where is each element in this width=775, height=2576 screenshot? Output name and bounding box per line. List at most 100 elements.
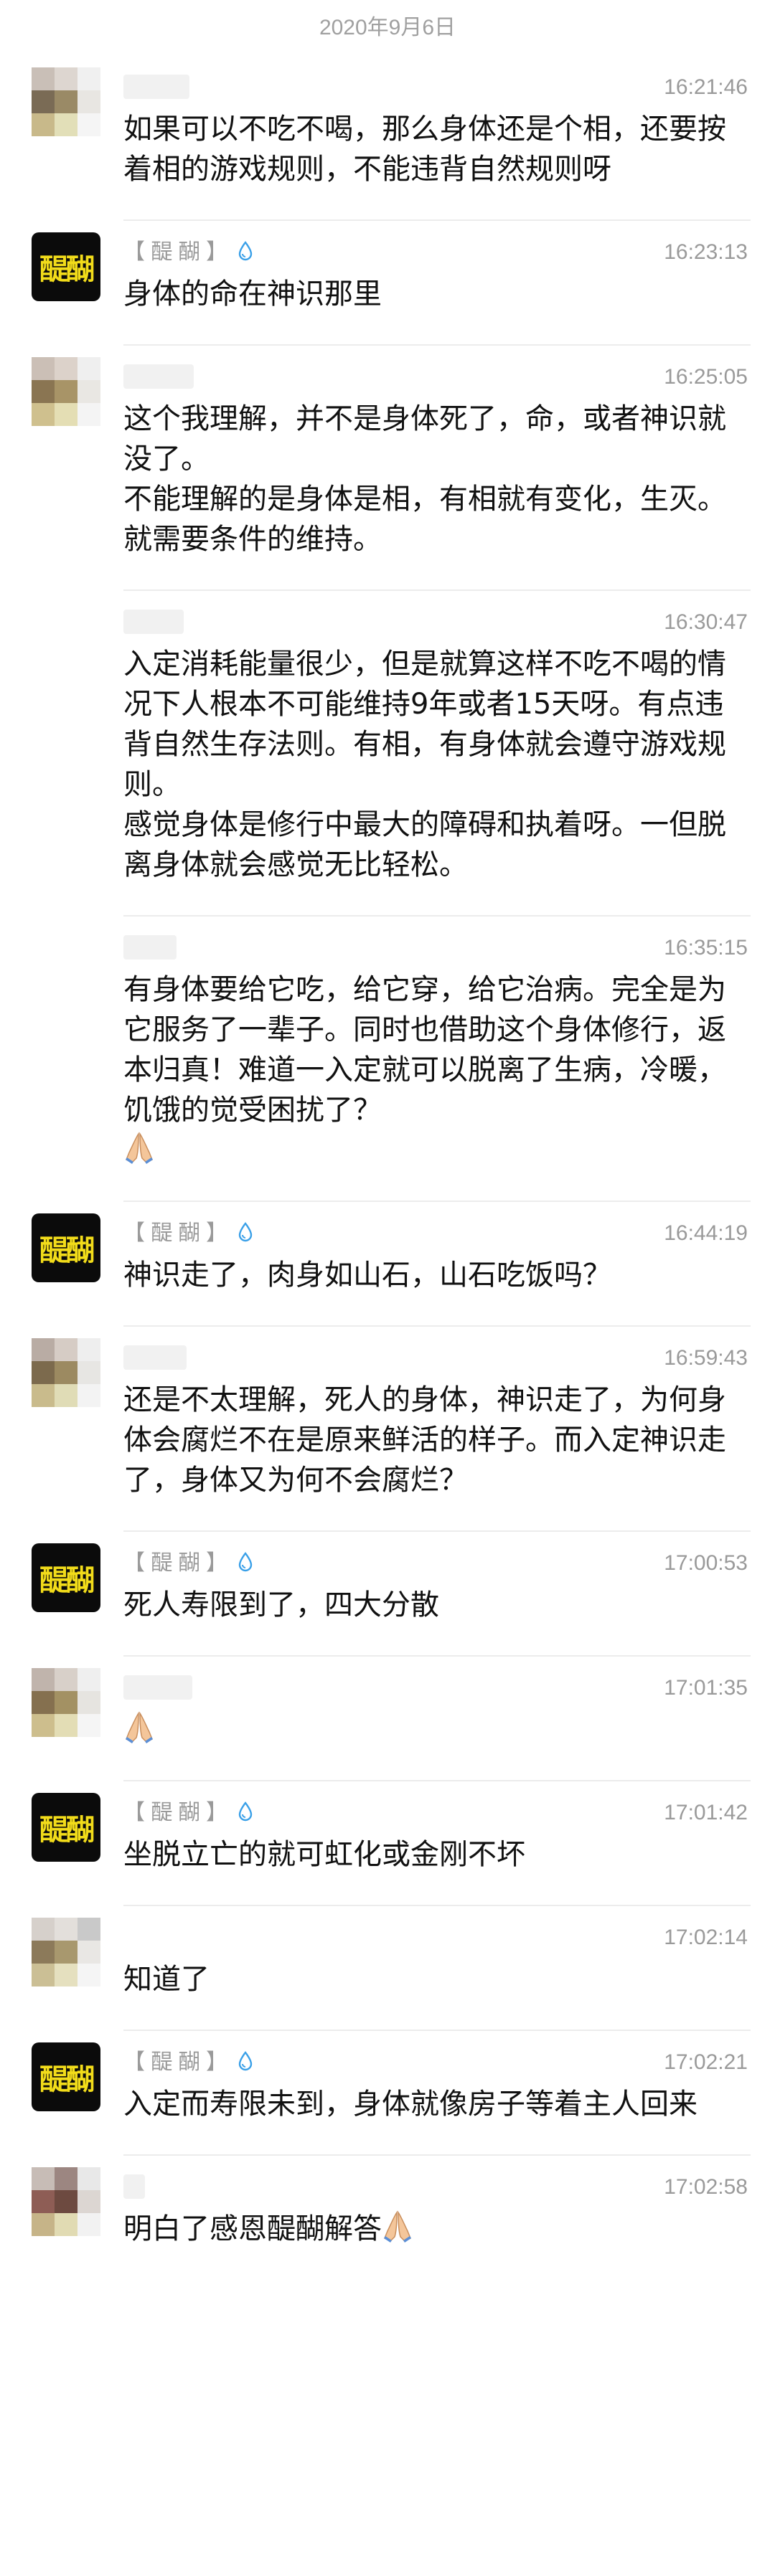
chat-message[interactable]: 17:02:14 知道了 [0,1906,775,2031]
sender-name-redacted [123,935,177,960]
message-meta: 17:02:14 [123,1921,748,1959]
chat-message[interactable]: 16:59:43 还是不太理解，死人的身体，神识走了，为何身体会腐烂不在是原来鲜活… [0,1327,775,1532]
folded-hands-icon [126,1132,153,1164]
message-meta: 16:35:15 [123,931,748,970]
avatar-pixel [32,1691,55,1715]
sender-name[interactable]: 【 醍 醐 】 [123,1219,253,1248]
sender-name-redacted [123,364,194,389]
avatar-pixel [32,113,55,136]
message-time: 16:23:13 [664,240,748,264]
message-text: 还是不太理解，死人的身体，神识走了，为何身体会腐烂不在是原来鲜活的样子。而入定神… [123,1380,748,1500]
chat-message[interactable]: 醍醐【 醍 醐 】 16:23:13 身体的命在神识那里 [0,221,775,346]
chat-message[interactable]: 16:25:05 这个我理解，并不是身体死了，命，或者神识就没了。 不能理解的是身… [0,346,775,591]
avatar-pixel [32,2213,55,2236]
avatar[interactable]: 醍醐 [32,1213,100,1282]
avatar-glyph: 醍醐 [39,1233,95,1267]
message-meta: 16:21:46 [123,70,748,109]
avatar-pixel [32,380,55,404]
avatar-pixel [32,67,55,91]
folded-hands-icon [384,2210,411,2243]
avatar-pixel [78,1918,100,1941]
avatar-pixel [78,113,100,136]
chat-message[interactable]: 16:21:46 如果可以不吃不喝，那么身体还是个相，还要按着相的游戏规则，不能违… [0,56,775,221]
avatar-pixel [78,1964,100,1987]
message-time: 17:01:42 [664,1801,748,1824]
message-text: 入定而寿限未到，身体就像房子等着主人回来 [123,2084,748,2124]
avatar-glyph: 醍醐 [39,252,95,286]
water-drop-icon [238,1801,253,1822]
avatar[interactable] [32,1338,100,1407]
message-text: 这个我理解，并不是身体死了，命，或者神识就没了。 不能理解的是身体是相，有相就有… [123,399,748,559]
avatar-pixel [55,357,78,381]
avatar[interactable] [32,1668,100,1737]
message-time: 17:01:35 [664,1676,748,1700]
avatar-pixel [32,1361,55,1385]
sender-name-redacted [123,75,189,99]
avatar-pixel [32,1941,55,1964]
message-text-content: 坐脱立亡的就可虹化或金刚不坏 [123,1838,525,1871]
avatar-pixel [55,380,78,404]
message-time: 16:21:46 [664,75,748,99]
message-meta: 【 醍 醐 】 17:02:21 [123,2045,748,2084]
avatar-pixel [55,1338,78,1362]
sender-name-redacted [123,610,184,634]
avatar-pixel [32,2167,55,2191]
sender-name-redacted [123,1675,192,1700]
message-time: 16:59:43 [664,1346,748,1370]
message-time: 16:35:15 [664,936,748,960]
avatar[interactable]: 醍醐 [32,232,100,301]
avatar-pixel [55,113,78,136]
chat-message[interactable]: 醍醐【 醍 醐 】 17:00:53 死人寿限到了，四大分散 [0,1532,775,1657]
avatar-pixel [55,2167,78,2191]
message-meta: 16:25:05 [123,360,748,399]
message-text-content: 知道了 [123,1963,210,1996]
avatar[interactable] [32,1918,100,1987]
sender-name[interactable]: 【 醍 醐 】 [123,1549,253,1578]
avatar[interactable]: 醍醐 [32,1543,100,1612]
avatar-pixel [55,2190,78,2214]
avatar[interactable] [32,357,100,426]
chat-message[interactable]: 17:01:35 [0,1657,775,1781]
avatar-pixel [32,357,55,381]
chat-message[interactable]: 醍醐【 醍 醐 】 16:44:19 神识走了，肉身如山石，山石吃饭吗？ [0,1202,775,1327]
avatar-pixel [32,1918,55,1941]
message-thread[interactable]: 16:21:46 如果可以不吃不喝，那么身体还是个相，还要按着相的游戏规则，不能违… [0,56,775,2281]
avatar[interactable]: 醍醐 [32,1793,100,1862]
avatar-pixel [78,1338,100,1362]
message-time: 17:00:53 [664,1551,748,1575]
message-time: 17:02:14 [664,1926,748,1949]
message-time: 17:02:21 [664,2050,748,2074]
message-text-content: 身体的命在神识那里 [123,278,382,311]
avatar-glyph: 醍醐 [39,1563,95,1597]
chat-message[interactable]: 醍醐【 醍 醐 】 17:01:42 坐脱立亡的就可虹化或金刚不坏 [0,1781,775,1906]
avatar-pixel [78,1361,100,1385]
chat-message[interactable]: 17:02:58 明白了感恩醍醐解答 [0,2156,775,2281]
avatar-glyph: 醍醐 [39,1813,95,1847]
sender-name[interactable]: 【 醍 醐 】 [123,238,253,267]
sender-name-redacted [123,1345,187,1370]
avatar[interactable] [32,67,100,136]
message-text-content: 死人寿限到了，四大分散 [123,1588,439,1621]
sender-name[interactable]: 【 醍 醐 】 [123,2048,253,2077]
chat-message[interactable]: 醍醐【 醍 醐 】 17:02:21 入定而寿限未到，身体就像房子等着主人回来 [0,2031,775,2156]
avatar-pixel [78,1714,100,1737]
avatar-pixel [55,1941,78,1964]
avatar-pixel [78,90,100,114]
avatar-pixel [32,1964,55,1987]
chat-message[interactable]: 16:30:47 入定消耗能量很少，但是就算这样不吃不喝的情况下人根本不可能维持9… [0,591,775,917]
message-text-content: 明白了感恩醍醐解答 [123,2212,382,2245]
avatar[interactable] [32,2167,100,2236]
message-text: 死人寿限到了，四大分散 [123,1585,748,1625]
message-text: 入定消耗能量很少，但是就算这样不吃不喝的情况下人根本不可能维持9年或者15天呀。… [123,644,748,885]
message-meta: 16:30:47 [123,605,748,644]
avatar-pixel [32,2190,55,2214]
message-text-content: 这个我理解，并不是身体死了，命，或者神识就没了。 不能理解的是身体是相，有相就有… [123,402,726,556]
message-text: 坐脱立亡的就可虹化或金刚不坏 [123,1834,748,1875]
avatar-pixel [55,1384,78,1407]
message-text: 身体的命在神识那里 [123,274,748,314]
folded-hands-icon [126,1711,153,1743]
sender-name[interactable]: 【 醍 醐 】 [123,1799,253,1827]
chat-message[interactable]: 16:35:15 有身体要给它吃，给它穿，给它治病。完全是为它服务了一辈子。同时也… [0,917,775,1202]
avatar[interactable]: 醍醐 [32,2042,100,2111]
water-drop-icon [238,2051,253,2071]
